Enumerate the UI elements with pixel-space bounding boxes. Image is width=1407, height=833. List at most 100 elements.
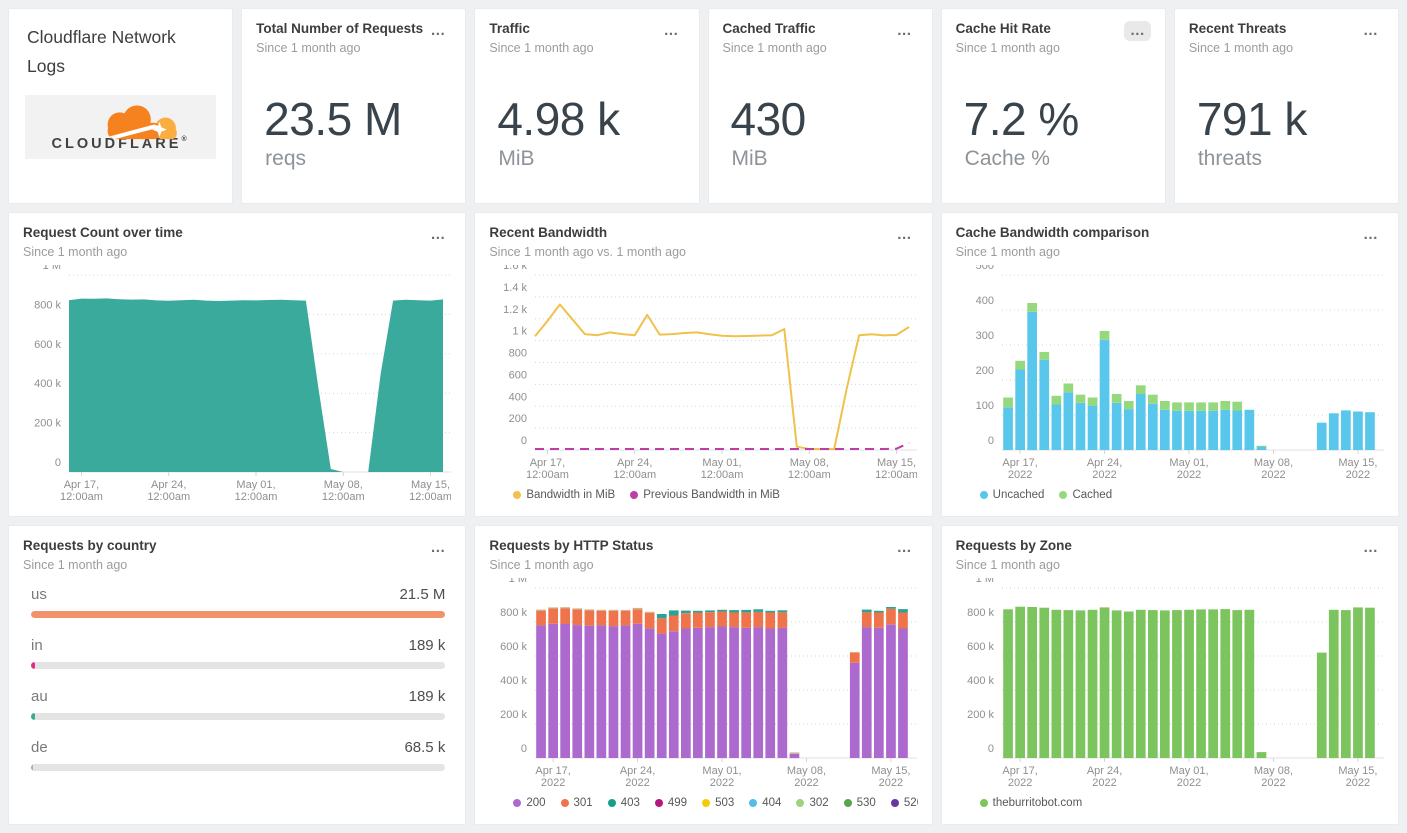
panel-menu-icon[interactable]: …: [891, 225, 918, 245]
svg-text:2022: 2022: [795, 777, 819, 789]
svg-text:May 08,: May 08,: [787, 765, 826, 777]
country-value: 189 k: [408, 687, 446, 705]
stat-unit: threats: [1197, 147, 1263, 170]
svg-text:2022: 2022: [626, 777, 650, 789]
stat-value: 4.98 k: [497, 92, 620, 145]
stat-row: Cloudflare Network Logs CLOUDFLARE® Tota…: [8, 8, 1399, 204]
panel-title[interactable]: Cache Hit Rate: [956, 21, 1060, 38]
panel-title[interactable]: Requests by country: [23, 538, 157, 555]
svg-text:600 k: 600 k: [967, 641, 994, 653]
legend-item-cached[interactable]: Cached: [1059, 489, 1112, 501]
panel-subtitle: Since 1 month ago: [955, 557, 1060, 572]
panel-title[interactable]: Recent Bandwidth: [489, 225, 686, 242]
svg-text:400: 400: [975, 295, 993, 307]
panel-menu-icon[interactable]: …: [1357, 21, 1384, 41]
svg-text:Apr 17,: Apr 17,: [64, 479, 99, 491]
recent-bandwidth-chart[interactable]: 1.6 k 1.4 k 1.2 k1 k 800 600 400 200 0 Apr 17, 12…: [489, 265, 918, 484]
stat-value: 23.5 M: [264, 92, 402, 145]
panel-title[interactable]: Requests by Zone: [956, 538, 1072, 555]
panel-cache-hit-rate: Cache Hit Rate Since 1 month ago … 7.2 %…: [940, 8, 1166, 204]
svg-text:12:00am: 12:00am: [409, 491, 451, 503]
svg-text:May 01,: May 01,: [703, 765, 742, 777]
svg-text:2022: 2022: [1176, 469, 1200, 481]
panel-title[interactable]: Request Count over time: [23, 225, 183, 242]
legend-dot: [843, 799, 852, 807]
svg-text:2022: 2022: [1008, 469, 1032, 481]
panel-menu-icon[interactable]: …: [1357, 538, 1384, 558]
panel-title[interactable]: Traffic: [489, 21, 593, 38]
stat-unit: reqs: [265, 147, 307, 170]
chart-legend: Uncached Cached: [956, 484, 1384, 506]
legend-dot: [630, 491, 639, 499]
svg-text:0: 0: [988, 435, 994, 447]
svg-text:100: 100: [975, 400, 993, 412]
chart-legend: theburritobot.com: [956, 792, 1384, 814]
svg-text:12:00am: 12:00am: [788, 469, 831, 481]
country-code: us: [31, 585, 47, 603]
svg-text:May 01,: May 01,: [1169, 457, 1208, 469]
panel-menu-icon[interactable]: …: [1357, 225, 1384, 245]
country-code: de: [31, 738, 48, 756]
chart-row-1: Request Count over time Since 1 month ag…: [8, 212, 1399, 517]
panel-menu-icon[interactable]: …: [424, 225, 451, 245]
svg-text:0: 0: [521, 743, 527, 755]
legend-item-530[interactable]: 530: [843, 797, 876, 809]
cache-bandwidth-chart[interactable]: 500 400 300 200 100 0 Apr 17, 2022 Apr 24, 2022 Ma…: [956, 265, 1384, 484]
legend-dot: [702, 799, 711, 807]
svg-text:2022: 2022: [541, 777, 565, 789]
panel-menu-icon[interactable]: …: [891, 538, 918, 558]
legend-item-200[interactable]: 200: [513, 797, 546, 809]
zone-chart[interactable]: 1 M 800 k 600 k 400 k 200 k 0 Apr 17, 2022 Apr 2…: [956, 578, 1384, 792]
svg-text:12:00am: 12:00am: [147, 491, 190, 503]
panel-title[interactable]: Cache Bandwidth comparison: [956, 225, 1150, 242]
svg-text:300: 300: [975, 330, 993, 342]
legend-item-previous-bandwidth-in-mib[interactable]: Previous Bandwidth in MiB: [630, 489, 780, 501]
panel-subtitle: Since 1 month ago: [489, 557, 594, 572]
http-status-chart[interactable]: 1 M 800 k 600 k 400 k 200 k 0 Apr 17, 2022 Apr 2…: [489, 578, 918, 792]
svg-text:1.2 k: 1.2 k: [503, 304, 527, 316]
legend-item-302[interactable]: 302: [796, 797, 829, 809]
request-count-chart[interactable]: 1 M 800 k 600 k 400 k 200 k 0 Apr 17, 12:00am Ap…: [23, 265, 451, 506]
panel-menu-icon[interactable]: …: [658, 21, 685, 41]
legend-item-499[interactable]: 499: [654, 797, 687, 809]
svg-text:Apr 24,: Apr 24,: [620, 765, 655, 777]
svg-text:0: 0: [521, 435, 527, 447]
cloudflare-cloud-icon: [107, 105, 177, 139]
svg-text:12:00am: 12:00am: [60, 491, 103, 503]
legend-item-526[interactable]: 526: [890, 797, 918, 809]
legend-dot: [513, 491, 522, 499]
country-value: 68.5 k: [404, 738, 446, 756]
panel-title[interactable]: Requests by HTTP Status: [489, 538, 653, 555]
panel-menu-icon[interactable]: …: [1123, 21, 1151, 41]
legend-item-301[interactable]: 301: [560, 797, 593, 809]
panel-menu-icon[interactable]: …: [891, 21, 918, 41]
svg-text:2022: 2022: [1092, 469, 1116, 481]
legend-item-bandwidth-in-mib[interactable]: Bandwidth in MiB: [513, 489, 615, 501]
legend-dot: [749, 799, 758, 807]
country-row-us: us 21.5 M: [31, 585, 446, 618]
panel-menu-icon[interactable]: …: [424, 21, 451, 41]
country-value: 21.5 M: [399, 585, 446, 603]
gauge-fill: [31, 610, 446, 618]
svg-text:200 k: 200 k: [34, 417, 61, 429]
legend-item-theburritobot-com[interactable]: theburritobot.com: [979, 797, 1082, 809]
svg-text:800 k: 800 k: [967, 607, 994, 619]
panel-request-count: Request Count over time Since 1 month ag…: [8, 212, 467, 517]
panel-title[interactable]: Recent Threats: [1189, 21, 1293, 38]
legend-item-uncached[interactable]: Uncached: [979, 489, 1044, 501]
panel-menu-icon[interactable]: …: [424, 538, 451, 558]
legend-item-403[interactable]: 403: [607, 797, 640, 809]
svg-text:1 M: 1 M: [975, 578, 993, 585]
panel-subtitle: Since 1 month ago: [23, 557, 128, 572]
svg-text:2022: 2022: [1008, 777, 1032, 789]
legend-item-404[interactable]: 404: [749, 797, 781, 809]
svg-text:May 15,: May 15,: [877, 457, 916, 469]
legend-dot: [513, 799, 522, 807]
legend-item-503[interactable]: 503: [702, 797, 734, 809]
country-row-au: au 189 k: [31, 687, 446, 720]
svg-text:Apr 17,: Apr 17,: [1002, 457, 1037, 469]
panel-title[interactable]: Cached Traffic: [723, 21, 827, 38]
country-code: au: [31, 687, 48, 705]
svg-text:200: 200: [975, 365, 993, 377]
panel-title[interactable]: Total Number of Requests: [256, 21, 423, 38]
